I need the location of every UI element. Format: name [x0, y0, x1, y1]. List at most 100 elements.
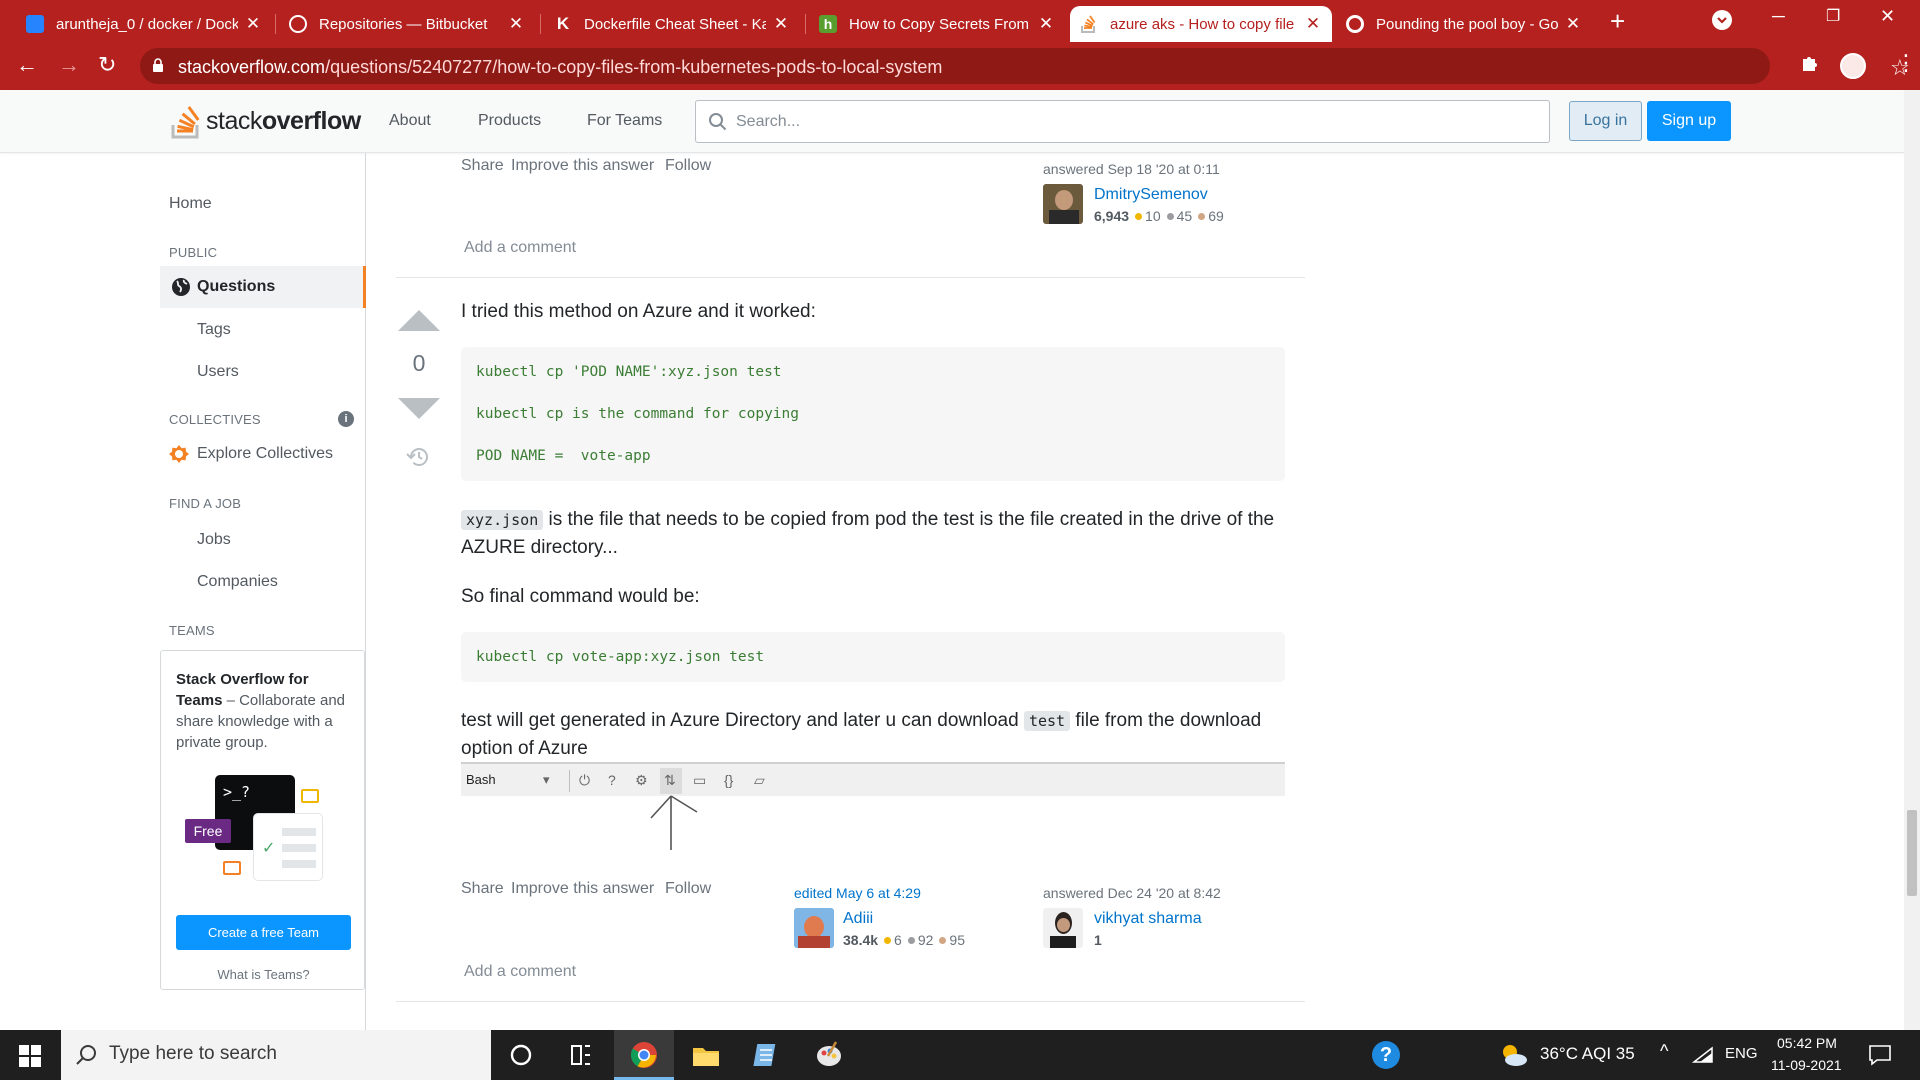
windows-start-icon[interactable]: [19, 1045, 41, 1067]
code-line: kubectl cp vote-app:xyz.json test: [476, 649, 765, 665]
tab-azure-aks-active[interactable]: azure aks - How to copy file ✕: [1070, 6, 1332, 42]
close-icon[interactable]: ✕: [1037, 14, 1055, 34]
tab-google-search[interactable]: Pounding the pool boy - Go ✕: [1336, 6, 1592, 42]
history-icon[interactable]: [406, 446, 430, 468]
sidebar-item-explore-collectives[interactable]: Explore Collectives: [197, 445, 333, 463]
taskbar-search-placeholder: Type here to search: [109, 1043, 277, 1064]
cortana-icon[interactable]: [506, 1040, 536, 1070]
wifi-icon[interactable]: [1692, 1046, 1714, 1064]
user-reputation: 6,943 10 45 69: [1094, 208, 1224, 224]
page-scrollbar[interactable]: [1904, 90, 1920, 1030]
create-free-team-button[interactable]: Create a free Team: [176, 915, 351, 950]
google-icon: [1346, 15, 1364, 33]
add-comment-link[interactable]: Add a comment: [464, 239, 576, 257]
answer-explanation: xyz.json is the file that needs to be co…: [461, 509, 1275, 558]
file-explorer-icon[interactable]: [691, 1040, 721, 1070]
tab-copy-secrets[interactable]: h How to Copy Secrets From ✕: [809, 6, 1065, 42]
info-icon[interactable]: i: [338, 411, 354, 427]
edited-timestamp-link[interactable]: edited May 6 at 4:29: [794, 885, 921, 901]
sidebar-heading-public: PUBLIC: [169, 245, 218, 260]
what-is-teams-link[interactable]: What is Teams?: [161, 967, 366, 982]
sidebar-item-jobs[interactable]: Jobs: [197, 531, 231, 549]
sidebar-item-tags[interactable]: Tags: [197, 321, 231, 339]
cloud-shell-toolbar: Bash ▾ ⏻ ? ⚙ ⇅ ▭ {} ▱: [461, 762, 1285, 796]
forward-icon[interactable]: →: [58, 53, 80, 77]
sidebar-item-label: Questions: [197, 278, 276, 295]
nav-about[interactable]: About: [389, 112, 431, 130]
reload-icon[interactable]: ↻: [98, 53, 116, 77]
user-name-link[interactable]: vikhyat sharma: [1094, 910, 1202, 928]
clock-time[interactable]: 05:42 PM: [1777, 1035, 1837, 1051]
answer-outro: test will get generated in Azure Directo…: [461, 710, 1262, 759]
tab-title: aruntheja_0 / docker / Dock: [56, 15, 238, 33]
profile-avatar[interactable]: [1840, 53, 1866, 79]
search-input[interactable]: [736, 109, 1526, 135]
browser-menu-icon[interactable]: ⋮: [1895, 50, 1917, 76]
improve-answer-link[interactable]: Improve this answer: [511, 157, 654, 175]
sidebar-item-questions[interactable]: Questions: [160, 266, 366, 308]
paint-icon[interactable]: [814, 1040, 844, 1070]
avatar[interactable]: [1043, 908, 1083, 948]
minimize-icon[interactable]: ─: [1772, 6, 1785, 27]
signup-button[interactable]: Sign up: [1647, 101, 1731, 141]
tab-dockerfile-cheat-sheet[interactable]: K Dockerfile Cheat Sheet - Ka ✕: [544, 6, 800, 42]
editor-name-link[interactable]: Adiii: [843, 910, 873, 928]
address-bar[interactable]: stackoverflow.com/questions/52407277/how…: [140, 48, 1910, 84]
close-icon[interactable]: ✕: [244, 14, 262, 34]
taskbar-chrome-active[interactable]: [614, 1030, 674, 1080]
chevron-up-icon[interactable]: ^: [1660, 1041, 1668, 1062]
tab-docker-bitbucket[interactable]: aruntheja_0 / docker / Dock ✕: [16, 6, 272, 42]
teams-illustration-card: ✓: [253, 813, 323, 881]
new-session-icon: ▭: [693, 772, 707, 788]
notifications-icon[interactable]: [1868, 1044, 1892, 1066]
window-close-icon[interactable]: ✕: [1880, 6, 1895, 27]
stackoverflow-logo[interactable]: stackoverflow: [170, 102, 361, 140]
browser-toolbar: ← → ↻ stackoverflow.com/questions/524072…: [0, 42, 1920, 90]
close-icon[interactable]: ✕: [1304, 14, 1322, 34]
url-text: stackoverflow.com/questions/52407277/how…: [178, 57, 943, 77]
close-icon[interactable]: ✕: [772, 14, 790, 34]
close-icon[interactable]: ✕: [507, 14, 525, 34]
nav-for-teams[interactable]: For Teams: [587, 112, 662, 130]
search-box[interactable]: [695, 100, 1550, 143]
follow-link[interactable]: Follow: [665, 880, 711, 898]
chevron-down-icon: ▾: [543, 772, 550, 787]
language-indicator[interactable]: ENG: [1725, 1045, 1758, 1062]
improve-answer-link[interactable]: Improve this answer: [511, 880, 654, 898]
tab-repositories-bitbucket[interactable]: Repositories — Bitbucket ✕: [279, 6, 535, 42]
avatar[interactable]: [794, 908, 834, 948]
new-tab-button[interactable]: +: [1610, 6, 1625, 36]
share-link[interactable]: Share: [461, 880, 504, 898]
downvote-button[interactable]: [398, 398, 440, 419]
sidebar-heading-teams: TEAMS: [169, 623, 215, 638]
power-icon: ⏻: [579, 772, 591, 788]
chat-bubble-icon: [301, 789, 319, 803]
weather-text[interactable]: 36°C AQI 35: [1540, 1044, 1635, 1064]
collectives-icon: [169, 445, 189, 463]
sidebar-item-companies[interactable]: Companies: [197, 573, 278, 591]
back-icon[interactable]: ←: [16, 53, 38, 77]
restore-icon[interactable]: ❐: [1826, 6, 1840, 26]
sidebar-item-home[interactable]: Home: [169, 195, 212, 213]
user-name-link[interactable]: DmitrySemenov: [1094, 186, 1208, 204]
tab-search-button[interactable]: [1712, 10, 1732, 30]
close-icon[interactable]: ✕: [1564, 14, 1582, 34]
login-button[interactable]: Log in: [1569, 101, 1642, 141]
sidebar-item-users[interactable]: Users: [197, 363, 239, 381]
inline-code: test: [1023, 711, 1071, 731]
follow-link[interactable]: Follow: [665, 157, 711, 175]
share-link[interactable]: Share: [461, 157, 504, 175]
nav-products[interactable]: Products: [478, 112, 541, 130]
taskbar-search[interactable]: Type here to search: [61, 1030, 491, 1080]
add-comment-link[interactable]: Add a comment: [464, 963, 576, 981]
notepad-icon[interactable]: [752, 1040, 782, 1070]
avatar[interactable]: [1043, 184, 1083, 224]
upvote-button[interactable]: [398, 310, 440, 331]
clock-date[interactable]: 11-09-2021: [1771, 1057, 1842, 1073]
extensions-puzzle-icon[interactable]: [1800, 53, 1820, 79]
help-icon[interactable]: ?: [1372, 1041, 1400, 1069]
free-badge: Free: [185, 819, 231, 843]
answer-divider: [396, 277, 1305, 278]
task-view-icon[interactable]: [566, 1040, 596, 1070]
scrollbar-thumb[interactable]: [1907, 810, 1917, 896]
